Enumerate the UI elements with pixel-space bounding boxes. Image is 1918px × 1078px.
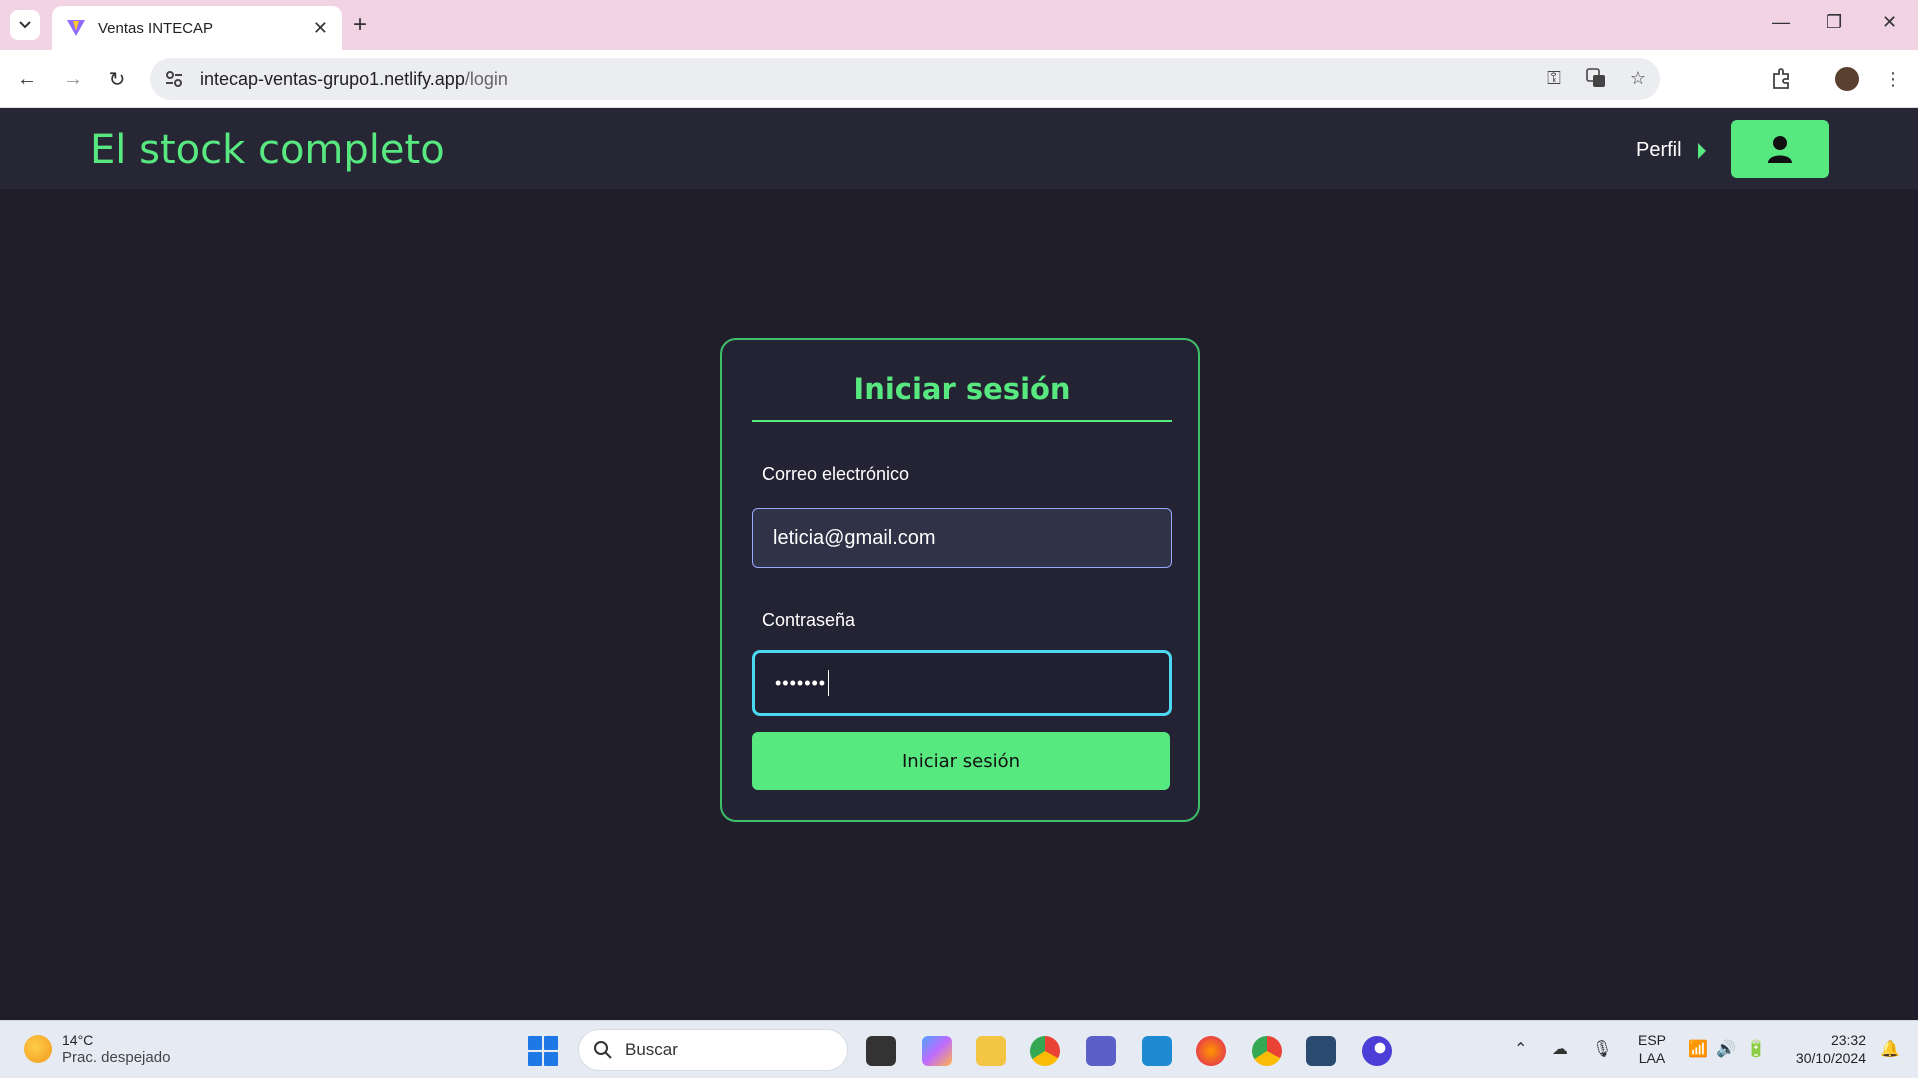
lang-top: ESP xyxy=(1638,1032,1667,1048)
restore-icon[interactable]: ❐ xyxy=(1826,12,1842,33)
url-path: /login xyxy=(464,68,508,89)
extensions-icon[interactable] xyxy=(1766,64,1796,94)
password-key-icon[interactable]: ⚿ xyxy=(1542,66,1566,90)
start-button[interactable] xyxy=(528,1036,558,1066)
language-indicator[interactable]: ESP LAA xyxy=(1638,1031,1666,1067)
task-view-icon[interactable] xyxy=(866,1036,896,1066)
chrome-icon[interactable] xyxy=(1030,1036,1060,1066)
taskbar-search-label: Buscar xyxy=(625,1040,678,1059)
taskbar-search[interactable]: Buscar xyxy=(578,1029,848,1071)
user-icon xyxy=(1768,136,1792,163)
translate-icon[interactable] xyxy=(1584,66,1608,90)
clock-time: 23:32 xyxy=(1830,1032,1866,1048)
back-icon[interactable]: ← xyxy=(12,64,42,94)
close-tab-icon[interactable]: ✕ xyxy=(313,18,328,39)
lang-bottom: LAA xyxy=(1638,1050,1666,1066)
bookmark-star-icon[interactable]: ☆ xyxy=(1626,66,1650,90)
email-label: Correo electrónico xyxy=(762,464,910,484)
vite-logo-icon xyxy=(67,20,85,36)
tab-title: Ventas INTECAP xyxy=(98,19,214,37)
password-label: Contraseña xyxy=(762,610,856,630)
battery-icon[interactable]: 🔋 xyxy=(1746,1039,1766,1059)
forward-icon[interactable]: → xyxy=(58,64,88,94)
url-text: intecap-ventas-grupo1.netlify.app/login xyxy=(200,69,508,90)
onedrive-icon[interactable]: ☁ xyxy=(1552,1039,1568,1059)
clock[interactable]: 23:32 30/10/2024 xyxy=(1786,1031,1866,1067)
login-submit-button[interactable]: Iniciar sesión xyxy=(752,732,1170,790)
title-divider xyxy=(752,420,1172,422)
mic-muted-icon[interactable]: 🎙 xyxy=(1592,1039,1612,1059)
email-field[interactable]: leticia@gmail.com xyxy=(752,508,1172,568)
caret-right-icon xyxy=(1697,142,1706,159)
tab-search-button[interactable] xyxy=(10,10,40,40)
profile-avatar[interactable] xyxy=(1832,64,1862,94)
app-icon[interactable] xyxy=(1362,1036,1392,1066)
password-field[interactable]: ••••••• xyxy=(752,650,1172,716)
notifications-icon[interactable]: 🔔 xyxy=(1880,1039,1900,1059)
mysql-workbench-icon[interactable] xyxy=(1306,1036,1336,1066)
file-explorer-icon[interactable] xyxy=(976,1036,1006,1066)
browser-menu-icon[interactable]: ⋮ xyxy=(1878,64,1908,94)
brand-title[interactable]: El stock completo xyxy=(90,127,445,173)
address-bar[interactable]: intecap-ventas-grupo1.netlify.app/login … xyxy=(150,58,1660,100)
tray-chevron-icon[interactable]: ⌃ xyxy=(1514,1039,1527,1059)
minimize-icon[interactable]: — xyxy=(1772,12,1790,33)
login-title: Iniciar sesión xyxy=(853,372,1071,406)
reload-icon[interactable]: ↻ xyxy=(102,64,132,94)
close-window-icon[interactable]: ✕ xyxy=(1882,12,1897,33)
browser-tab[interactable]: Ventas INTECAP ✕ xyxy=(52,6,342,50)
password-value: ••••••• xyxy=(775,672,827,693)
url-host: intecap-ventas-grupo1.netlify.app xyxy=(200,68,465,89)
login-card: Iniciar sesión Correo electrónico letici… xyxy=(720,338,1200,822)
profile-menu[interactable]: Perfil xyxy=(1636,139,1706,162)
chevron-down-icon xyxy=(19,21,31,29)
weather-widget[interactable]: 14°C Prac. despejado xyxy=(24,1031,170,1067)
weather-sun-icon xyxy=(24,1035,52,1063)
windows-taskbar: 14°C Prac. despejado Buscar ⌃ ☁ 🎙 ESP LA… xyxy=(0,1020,1918,1078)
chrome-profile-icon[interactable] xyxy=(1252,1036,1282,1066)
teams-icon[interactable] xyxy=(1086,1036,1116,1066)
vscode-icon[interactable] xyxy=(1142,1036,1172,1066)
new-tab-button[interactable]: + xyxy=(353,11,367,39)
profile-label: Perfil xyxy=(1636,139,1682,161)
clock-date: 30/10/2024 xyxy=(1795,1050,1866,1066)
text-cursor xyxy=(828,670,830,696)
email-value: leticia@gmail.com xyxy=(773,526,936,549)
volume-icon[interactable]: 🔊 xyxy=(1716,1039,1736,1059)
browser-toolbar: ← → ↻ intecap-ventas-grupo1.netlify.app/… xyxy=(0,50,1918,108)
site-settings-icon[interactable] xyxy=(164,69,184,89)
weather-temp: 14°C xyxy=(62,1032,94,1048)
wifi-icon[interactable]: 📶 xyxy=(1688,1039,1708,1059)
firefox-icon[interactable] xyxy=(1196,1036,1226,1066)
weather-desc: Prac. despejado xyxy=(62,1049,171,1066)
copilot-icon[interactable] xyxy=(922,1036,952,1066)
app-navbar: El stock completo Perfil xyxy=(0,108,1918,189)
search-icon xyxy=(594,1041,612,1059)
user-button[interactable] xyxy=(1731,120,1829,178)
browser-tab-strip: Ventas INTECAP ✕ + — ❐ ✕ xyxy=(0,0,1918,50)
